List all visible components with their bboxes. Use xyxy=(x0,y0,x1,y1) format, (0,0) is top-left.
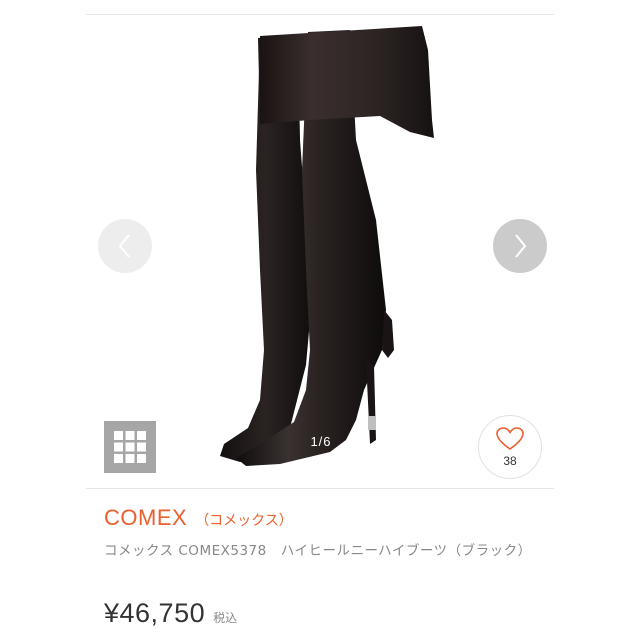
brand-kana-link[interactable]: （コメックス） xyxy=(195,510,293,530)
chevron-left-icon xyxy=(118,234,130,258)
previous-image-button[interactable] xyxy=(98,219,152,273)
favorite-count: 38 xyxy=(503,453,517,468)
chevron-right-icon xyxy=(515,234,527,258)
image-grid-button[interactable] xyxy=(104,421,156,473)
bottom-divider xyxy=(86,488,554,489)
favorite-button[interactable]: 38 xyxy=(478,415,542,479)
product-image[interactable] xyxy=(160,20,480,480)
top-divider xyxy=(86,14,554,15)
grid-icon xyxy=(114,431,146,463)
brand-row: COMEX （コメックス） xyxy=(104,505,293,531)
product-name: コメックス COMEX5378 ハイヒールニーハイブーツ（ブラック） xyxy=(104,543,532,559)
heart-icon xyxy=(496,426,524,450)
price: ¥46,750 xyxy=(104,598,206,628)
tax-label: 税込 xyxy=(213,611,238,625)
price-row: ¥46,750 税込 xyxy=(104,598,237,629)
image-counter: 1/6 xyxy=(310,434,332,449)
brand-link[interactable]: COMEX xyxy=(104,505,187,531)
next-image-button[interactable] xyxy=(493,219,547,273)
